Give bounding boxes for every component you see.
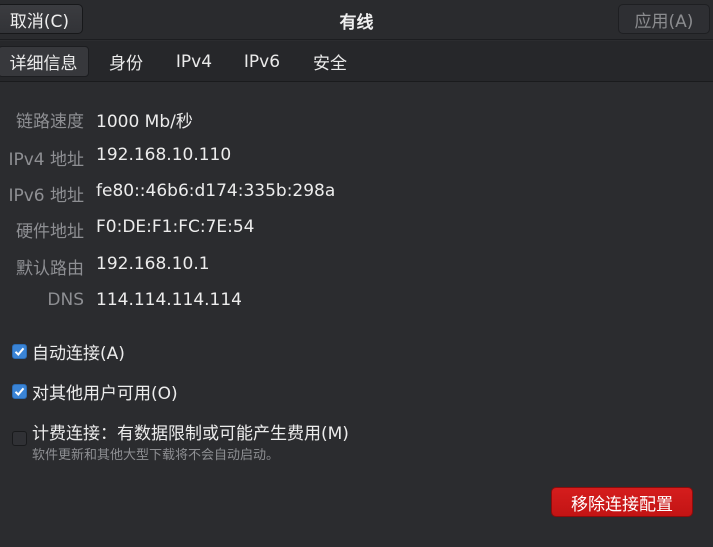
link-speed-value: 1000 Mb/秒	[96, 112, 193, 132]
header-bar: 取消(C) 有线 应用(A)	[0, 0, 713, 40]
ipv4-address-value: 192.168.10.110	[96, 145, 232, 165]
metered-option[interactable]: 计费连接：有数据限制或可能产生费用(M)	[12, 419, 349, 446]
ipv6-address-label: IPv6 地址	[8, 186, 84, 206]
detail-row-default-route: 默认路由 192.168.10.1	[0, 254, 713, 279]
dns-value: 114.114.114.114	[96, 290, 243, 310]
auto-connect-checkbox[interactable]	[12, 343, 27, 359]
detail-row-link-speed: 链路速度 1000 Mb/秒	[0, 107, 713, 132]
hardware-address-value: F0:DE:F1:FC:7E:54	[96, 217, 255, 237]
detail-row-ipv4-address: IPv4 地址 192.168.10.110	[0, 145, 713, 170]
checkmark-icon	[14, 387, 25, 396]
detail-row-ipv6-address: IPv6 地址 fe80::46b6:d174:335b:298a	[0, 181, 713, 206]
dns-label: DNS	[47, 290, 84, 310]
apply-button[interactable]: 应用(A)	[618, 4, 710, 34]
tab-bar: 详细信息 身份 IPv4 IPv6 安全	[0, 41, 713, 82]
all-users-label[interactable]: 对其他用户可用(O)	[32, 379, 178, 404]
tab-ipv4[interactable]: IPv4	[168, 46, 220, 77]
tab-ipv6[interactable]: IPv6	[236, 46, 288, 77]
auto-connect-option[interactable]: 自动连接(A)	[12, 339, 125, 364]
remove-connection-button[interactable]: 移除连接配置	[551, 487, 693, 517]
network-settings-window: 取消(C) 有线 应用(A) 详细信息 身份 IPv4 IPv6 安全 链路速度…	[0, 0, 713, 547]
tab-security[interactable]: 安全	[303, 46, 357, 77]
tab-identity[interactable]: 身份	[99, 46, 153, 77]
all-users-option[interactable]: 对其他用户可用(O)	[12, 379, 178, 404]
auto-connect-label[interactable]: 自动连接(A)	[32, 339, 125, 364]
metered-checkbox[interactable]	[12, 431, 27, 446]
checkmark-icon	[14, 347, 25, 356]
default-route-value: 192.168.10.1	[96, 254, 210, 274]
hardware-address-label: 硬件地址	[16, 222, 84, 242]
ipv6-address-value: fe80::46b6:d174:335b:298a	[96, 181, 336, 201]
tab-details[interactable]: 详细信息	[0, 46, 89, 77]
ipv4-address-label: IPv4 地址	[8, 150, 84, 170]
detail-row-hardware-address: 硬件地址 F0:DE:F1:FC:7E:54	[0, 217, 713, 242]
detail-row-dns: DNS 114.114.114.114	[0, 290, 713, 314]
default-route-label: 默认路由	[16, 259, 84, 279]
link-speed-label: 链路速度	[16, 112, 84, 132]
metered-description: 软件更新和其他大型下载将不会自动启动。	[32, 448, 280, 463]
window-title: 有线	[339, 13, 374, 33]
all-users-checkbox[interactable]	[12, 383, 27, 399]
metered-label[interactable]: 计费连接：有数据限制或可能产生费用(M)	[32, 419, 349, 444]
